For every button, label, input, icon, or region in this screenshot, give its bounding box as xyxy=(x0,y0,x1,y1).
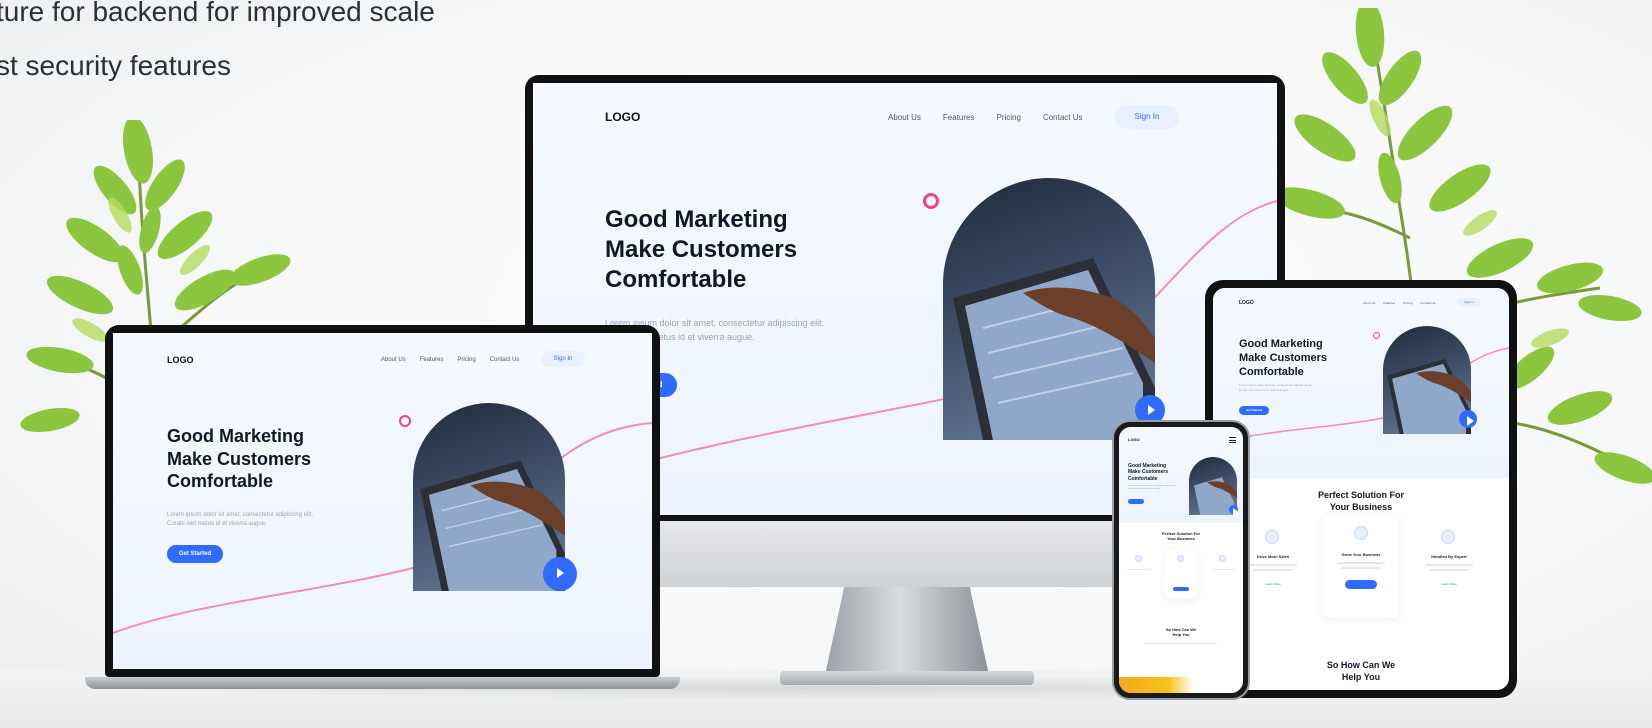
text-line xyxy=(1249,564,1297,566)
hero-headline: Good Marketing Make Customers Comfortabl… xyxy=(1239,338,1328,378)
pink-ring-decoration xyxy=(399,415,411,427)
feature-card-highlighted[interactable]: Grow Your Business xyxy=(1323,514,1399,618)
text-line xyxy=(1127,569,1151,570)
text-line xyxy=(1341,567,1381,569)
nav-pricing[interactable]: Pricing xyxy=(457,357,475,363)
learn-more-link[interactable]: Learn More xyxy=(1411,582,1487,586)
feature-icon xyxy=(1265,530,1279,544)
get-started-button[interactable]: Get Started xyxy=(1239,406,1269,415)
logo[interactable]: LOGO xyxy=(1128,437,1140,442)
text-line xyxy=(1429,569,1469,571)
nav-pricing[interactable]: Pricing xyxy=(996,113,1020,122)
laptop-screen: LOGO About Us Features Pricing Contact U… xyxy=(113,333,652,669)
logo[interactable]: LOGO xyxy=(167,355,194,365)
hero-description: Lorem ipsum dolor sit amet, consectetur … xyxy=(167,512,314,527)
hero-image xyxy=(1383,326,1471,434)
nav-features[interactable]: Features xyxy=(943,113,975,122)
footer-strip xyxy=(1119,677,1243,693)
nav-contact-us[interactable]: Contact Us xyxy=(490,357,520,363)
nav-contact-us[interactable]: Contact Us xyxy=(1420,301,1435,305)
nav-about-us[interactable]: About Us xyxy=(381,357,406,363)
sign-in-button[interactable]: Sign In xyxy=(1115,105,1179,129)
card-title: Handled By Expert xyxy=(1431,554,1467,559)
laptop: LOGO About Us Features Pricing Contact U… xyxy=(85,325,680,697)
section-title: Perfect Solution For Your Business xyxy=(1317,490,1404,512)
pink-ring-decoration xyxy=(1373,332,1380,339)
hero-image xyxy=(413,403,565,591)
decorative-wave xyxy=(113,422,652,634)
feature-caption-security: st security features xyxy=(0,50,231,81)
tablet-in-photo xyxy=(420,460,565,591)
feature-icon xyxy=(1354,526,1368,540)
feature-icon xyxy=(1219,555,1226,562)
menu-icon[interactable] xyxy=(1229,437,1236,443)
phone-screen: LOGO Good Marketing Make Customers Comfo… xyxy=(1119,427,1243,693)
tablet: LOGO About Us Features Pricing Contact U… xyxy=(1205,280,1517,698)
text-line xyxy=(1337,562,1385,564)
feature-icon xyxy=(1441,530,1455,544)
hero-headline: Good Marketing Make Customers Comfortabl… xyxy=(1128,463,1169,482)
help-section-title: So How Can We Help You xyxy=(1165,627,1197,638)
sign-in-button[interactable]: Sign In xyxy=(541,351,585,367)
learn-more-button[interactable] xyxy=(1173,587,1189,591)
nav-about-us[interactable]: About Us xyxy=(1363,301,1375,305)
nav-menu: About Us Features Pricing Contact Us xyxy=(888,113,1083,122)
play-button[interactable] xyxy=(543,557,577,591)
nav-about-us[interactable]: About Us xyxy=(888,113,921,122)
pink-ring-decoration xyxy=(923,193,939,209)
nav-pricing[interactable]: Pricing xyxy=(1403,301,1412,305)
phone: LOGO Good Marketing Make Customers Comfo… xyxy=(1112,420,1250,700)
nav-features[interactable]: Features xyxy=(420,357,444,363)
monitor-base xyxy=(780,671,1034,685)
nav-menu: About Us Features Pricing Contact Us xyxy=(1363,301,1435,305)
hero-headline: Good Marketing Make Customers Comfortabl… xyxy=(167,426,312,491)
feature-caption-scale: ture for backend for improved scale xyxy=(0,0,435,27)
text-line xyxy=(1145,643,1217,644)
laptop-base xyxy=(85,677,680,689)
nav-contact-us[interactable]: Contact Us xyxy=(1043,113,1083,122)
feature-card-highlighted[interactable] xyxy=(1165,549,1197,599)
hero-description: Lorem ipsum dolor sit amet, consectetur … xyxy=(1128,485,1177,490)
hero-description: Lorem ipsum dolor sit amet, consectetur … xyxy=(1239,383,1313,392)
nav-features[interactable]: Features xyxy=(1383,301,1395,305)
feature-icon xyxy=(1135,555,1142,562)
text-line xyxy=(1211,569,1235,570)
feature-card[interactable]: Handled By Expert Learn More xyxy=(1411,520,1487,616)
nav-menu: About Us Features Pricing Contact Us xyxy=(381,357,519,363)
logo[interactable]: LOGO xyxy=(1239,300,1254,306)
tablet-in-photo xyxy=(953,258,1155,440)
card-title: Grow Your Business xyxy=(1341,552,1381,557)
hero-headline: Good Marketing Make Customers Comfortabl… xyxy=(605,206,798,293)
text-line xyxy=(1253,569,1293,571)
get-started-button[interactable]: Get Started xyxy=(167,545,223,563)
tablet-in-photo xyxy=(1387,358,1471,434)
hero-image xyxy=(943,178,1155,440)
play-button[interactable] xyxy=(1229,505,1240,518)
logo[interactable]: LOGO xyxy=(605,110,640,124)
get-started-button[interactable] xyxy=(1128,499,1144,504)
tablet-screen: LOGO About Us Features Pricing Contact U… xyxy=(1213,288,1509,690)
feature-icon xyxy=(1177,555,1184,562)
text-line xyxy=(1425,564,1473,566)
section-title: Perfect Solution For Your Business xyxy=(1161,531,1201,542)
play-button[interactable] xyxy=(1459,410,1477,428)
sign-in-button[interactable]: Sign In xyxy=(1457,298,1481,307)
help-section-title: So How Can We Help You xyxy=(1326,660,1396,682)
learn-more-button[interactable] xyxy=(1345,580,1377,589)
